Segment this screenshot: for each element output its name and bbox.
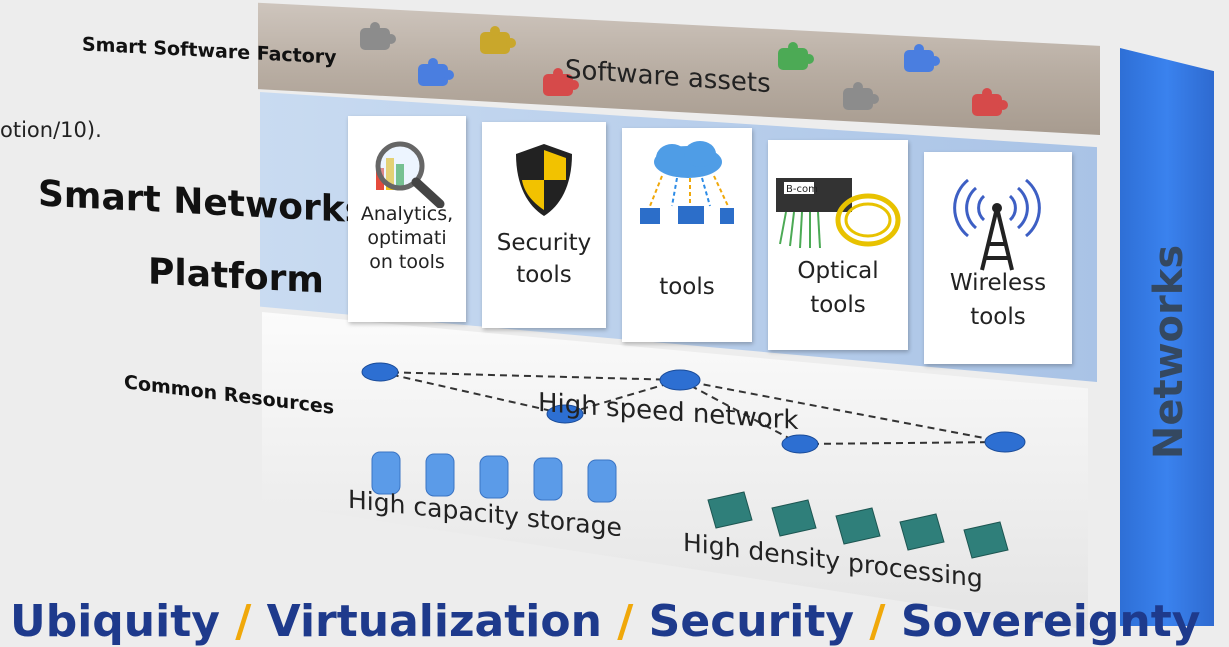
analytics-tools-label-line-2: optimati: [367, 227, 447, 249]
analytics-tools-card: Analytics, optimati on tools: [348, 116, 466, 322]
puzzle-piece-icon: [360, 22, 396, 50]
analytics-tools-label-line-1: Analytics,: [360, 203, 454, 225]
banner-word-security: Security: [648, 596, 855, 647]
puzzle-piece-icon: [904, 44, 940, 72]
optical-fiber-icon: B-com: [776, 178, 901, 249]
bottom-banner: Ubiquity / Virtualization / Security / S…: [10, 596, 1200, 647]
banner-separator: /: [235, 596, 252, 647]
analytics-magnifier-icon: [375, 141, 445, 208]
banner-word-virtualization: Virtualization: [266, 596, 602, 647]
security-tools-label-line-1: Security: [496, 230, 592, 256]
security-tools-card: Security tools: [482, 122, 606, 328]
wireless-tools-card: Wireless tools: [924, 152, 1072, 364]
puzzle-piece-icon: [843, 82, 879, 110]
optical-tools-label-line-1: Optical: [797, 258, 879, 284]
puzzle-piece-icon: [972, 88, 1008, 116]
analytics-tools-label-line-3: on tools: [369, 251, 445, 273]
puzzle-piece-icon: [778, 42, 814, 70]
security-shield-icon: [516, 144, 572, 216]
optical-device-text: B-com: [786, 184, 818, 195]
cloud-devices-icon: [640, 141, 734, 224]
optical-tools-card: B-com Optical tools: [768, 140, 908, 350]
networks-label: Networks: [1146, 244, 1193, 460]
platform-label: Platform: [148, 251, 324, 302]
caption-fragment: otion/10).: [0, 118, 102, 142]
puzzle-piece-icon: [418, 58, 454, 86]
cloud-tools-label: tools: [659, 274, 715, 300]
wireless-tools-label-line-2: tools: [970, 304, 1026, 330]
banner-word-sovereignty: Sovereignty: [900, 596, 1201, 647]
cloud-tools-card: tools: [622, 128, 752, 342]
security-tools-label-line-2: tools: [516, 262, 572, 288]
wireless-antenna-icon: [953, 178, 1041, 271]
networks-label-box: Networks: [1124, 245, 1214, 459]
banner-separator: /: [617, 596, 634, 647]
puzzle-piece-icon: [480, 26, 516, 54]
banner-word-ubiquity: Ubiquity: [10, 596, 220, 647]
optical-tools-label-line-2: tools: [810, 292, 866, 318]
banner-separator: /: [869, 596, 886, 647]
wireless-tools-label-line-1: Wireless: [949, 270, 1047, 296]
